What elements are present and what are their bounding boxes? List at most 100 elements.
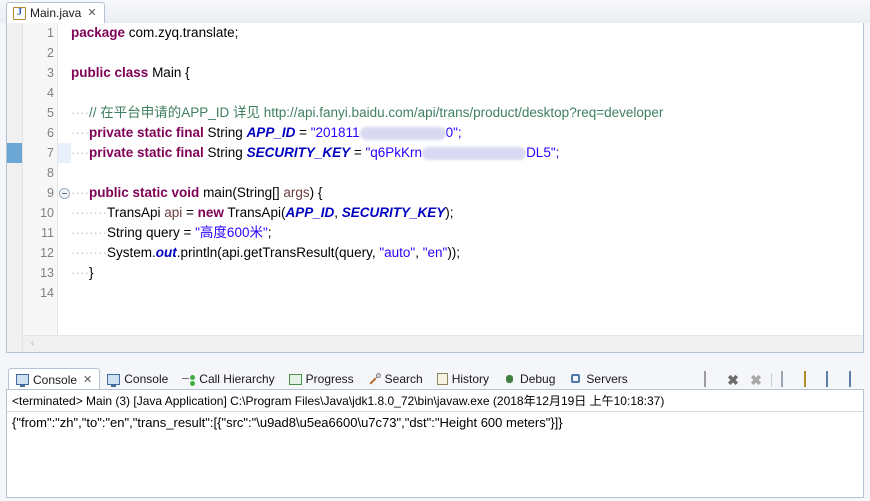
indent-dots: ····: [71, 265, 89, 280]
tab-label: Servers: [586, 372, 628, 386]
display-selected-console-button[interactable]: [848, 371, 864, 388]
code-line-13: ····}: [71, 263, 94, 283]
lock-icon: [804, 371, 806, 387]
indent-dots: ····: [71, 145, 89, 160]
method-signature-tail: ) {: [309, 185, 323, 200]
code-line-11: ········String query = "高度600米";: [71, 223, 272, 243]
console-status-line: <terminated> Main (3) [Java Application]…: [12, 394, 665, 408]
comma: ,: [334, 205, 342, 220]
console-view-toolbar: ✖ ✖: [702, 370, 864, 390]
line-number: 2: [47, 46, 54, 60]
keyword-static: static: [132, 185, 168, 200]
tab-history[interactable]: History: [430, 368, 496, 390]
remove-launch-button[interactable]: ✖: [725, 372, 741, 388]
field-security-key: SECURITY_KEY: [246, 145, 351, 160]
package-name: com.zyq.translate;: [125, 25, 239, 40]
code-line-1: package com.zyq.translate;: [71, 23, 238, 43]
variable-api: api: [164, 205, 183, 220]
tab-console-active[interactable]: Console ✕: [8, 368, 101, 390]
keyword-public: public: [88, 185, 129, 200]
code-line-3: public class Main {: [71, 63, 190, 83]
indent-dots: ····: [71, 105, 89, 120]
clear-console-button[interactable]: [779, 371, 795, 388]
search-icon: [368, 373, 381, 385]
tab-search[interactable]: Search: [361, 368, 430, 390]
tab-label: Console: [124, 372, 169, 386]
method-signature: main(String[]: [199, 185, 284, 200]
tab-console-2[interactable]: Console: [100, 368, 175, 390]
keyword-public: public: [71, 65, 111, 80]
app-id-literal-start: "201811: [310, 125, 360, 140]
system-prefix: System.: [106, 245, 156, 260]
security-key-literal-end: DL5";: [526, 145, 560, 160]
console-icon: [16, 374, 29, 387]
stop-icon: [704, 371, 706, 387]
closing-brace: }: [88, 265, 94, 280]
remove-all-terminated-button[interactable]: ✖: [748, 372, 764, 388]
line-number: 14: [40, 286, 54, 300]
call-hierarchy-icon: [182, 374, 196, 385]
code-line-7: ····private static final String SECURITY…: [71, 143, 559, 163]
java-file-icon: [13, 6, 26, 20]
console-output-area[interactable]: <terminated> Main (3) [Java Application]…: [6, 389, 864, 498]
pin-console-button[interactable]: [825, 371, 841, 388]
fold-collapse-icon[interactable]: [59, 188, 70, 199]
constructor-call: TransApi(: [223, 205, 286, 220]
code-line-10: ········TransApi api = new TransApi(APP_…: [71, 203, 454, 223]
keyword-new: new: [197, 205, 224, 220]
history-icon: [436, 373, 448, 385]
call-tail: );: [445, 205, 454, 220]
editor-horizontal-scrollbar[interactable]: ‹: [23, 335, 863, 352]
tab-call-hierarchy[interactable]: Call Hierarchy: [175, 368, 281, 390]
type-string: String: [203, 145, 247, 160]
auto-literal: "auto": [379, 245, 416, 260]
scroll-lock-button[interactable]: [802, 371, 818, 388]
tab-progress[interactable]: Progress: [282, 368, 361, 390]
keyword-class: class: [114, 65, 149, 80]
screen-icon: [826, 371, 828, 387]
folding-ruler[interactable]: [58, 23, 71, 352]
line-number: 4: [47, 86, 54, 100]
field-app-id-ref: APP_ID: [285, 205, 335, 220]
scroll-left-arrow-icon[interactable]: ‹: [26, 337, 39, 350]
close-icon[interactable]: ✕: [87, 7, 96, 19]
java-editor-part: Main.java ✕ 1 2 3 4 5 6 7 8 9 10 11 12 1…: [0, 0, 870, 363]
code-text-area[interactable]: package com.zyq.translate; public class …: [71, 23, 863, 352]
editor-tab-strip: Main.java ✕: [0, 0, 870, 23]
terminate-button[interactable]: [702, 371, 718, 388]
field-app-id: APP_ID: [246, 125, 296, 140]
keyword-package: package: [71, 25, 126, 40]
tab-label: Console: [33, 372, 78, 387]
indent-dots: ········: [71, 225, 107, 240]
close-icon[interactable]: ✕: [83, 373, 92, 386]
console-output-text: {"from":"zh","to":"en","trans_result":[{…: [12, 415, 563, 430]
println-call: .println(api.getTransResult(query,: [176, 245, 380, 260]
code-line-5: ····// 在平台申请的APP_ID 详见 http://api.fanyi.…: [71, 103, 663, 123]
annotation-ruler[interactable]: [7, 23, 23, 352]
field-security-key-ref: SECURITY_KEY: [341, 205, 446, 220]
redacted-security-key: [422, 146, 527, 160]
class-declaration: Main {: [148, 65, 190, 80]
tab-label: Search: [384, 372, 423, 386]
debug-icon: [503, 373, 516, 385]
changed-line-marker: [7, 143, 22, 163]
call-tail: ));: [447, 245, 461, 260]
tab-label: Call Hierarchy: [199, 372, 275, 386]
indent-dots: ········: [71, 245, 107, 260]
editor-tab-main-java[interactable]: Main.java ✕: [6, 2, 105, 23]
screen-x-icon: [849, 371, 851, 387]
tab-debug[interactable]: Debug: [496, 368, 562, 390]
keyword-void: void: [171, 185, 200, 200]
keyword-modifiers: private static final: [88, 125, 204, 140]
tab-label: Progress: [305, 372, 354, 386]
console-divider: [7, 411, 863, 412]
semicolon: ;: [267, 225, 272, 240]
field-out: out: [155, 245, 177, 260]
tab-servers[interactable]: Servers: [562, 368, 634, 390]
query-string-literal: "高度600米": [195, 225, 268, 240]
query-declaration: String query =: [106, 225, 196, 240]
redacted-app-id: [359, 126, 446, 140]
line-number: 3: [47, 66, 54, 80]
line-number: 11: [41, 226, 54, 240]
console-part: Console ✕ Console Call Hierarchy Progres…: [0, 363, 870, 501]
